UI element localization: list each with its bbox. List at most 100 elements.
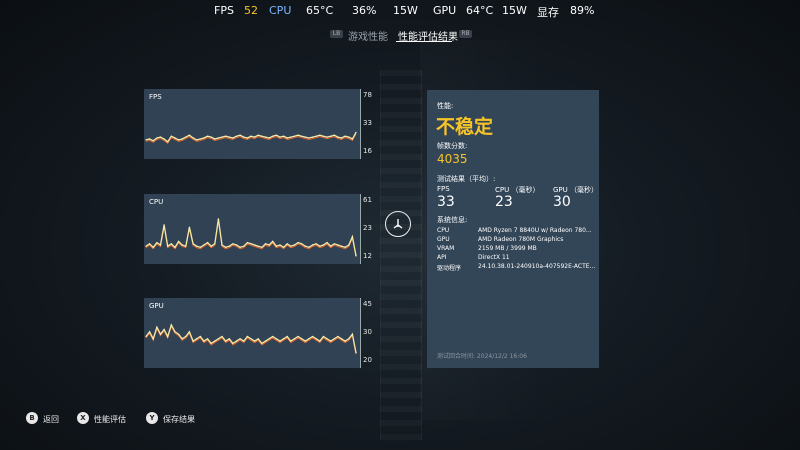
sys-key: 驱动程序 (437, 265, 462, 272)
data-point (355, 131, 357, 133)
data-point (355, 255, 357, 257)
save-results-button[interactable]: 保存结果 (163, 414, 195, 425)
series-line (145, 218, 357, 256)
center-cursor-icon[interactable] (385, 211, 411, 237)
data-point (188, 134, 190, 136)
data-point (239, 246, 241, 248)
data-point (181, 138, 183, 140)
data-point (279, 244, 281, 246)
data-point (149, 331, 151, 333)
data-point (156, 326, 158, 328)
data-point (246, 137, 248, 139)
data-point (246, 242, 248, 244)
data-point (283, 338, 285, 340)
data-point (225, 246, 227, 248)
y-tick-label: 61 (363, 196, 372, 204)
data-point (232, 137, 234, 139)
data-point (297, 242, 299, 244)
data-point (286, 335, 288, 338)
data-point (170, 324, 172, 326)
gpu-temp: 64°C (466, 4, 494, 17)
data-point (217, 338, 219, 340)
data-point (337, 136, 339, 138)
sys-value: 2159 MB / 3999 MB (478, 245, 537, 252)
data-point (319, 245, 321, 247)
cpu-label: CPU (269, 4, 292, 17)
data-point (228, 245, 230, 247)
data-point (170, 243, 172, 245)
data-point (235, 244, 238, 246)
button-hints: B 返回 X 性能评估 Y 保存结果 (0, 412, 800, 430)
test-result-label: 测试结果（平均）: (437, 175, 496, 183)
data-point (246, 335, 248, 338)
data-point (167, 141, 169, 143)
data-point (308, 246, 310, 248)
test-time: 测试回合时间: 2024/12/2 16:06 (437, 353, 527, 360)
data-point (297, 335, 299, 338)
data-point (167, 335, 169, 338)
data-point (207, 242, 209, 244)
data-point (199, 335, 201, 338)
data-point (163, 328, 165, 331)
data-point (355, 352, 357, 354)
data-point (286, 137, 288, 139)
data-point (145, 139, 147, 141)
lb-button-icon[interactable]: LB (330, 30, 343, 38)
data-point (344, 135, 346, 137)
data-point (279, 340, 281, 342)
rb-button-icon[interactable]: RB (459, 30, 472, 38)
fps-value: 52 (244, 4, 258, 17)
data-point (304, 340, 306, 342)
data-point (293, 338, 295, 340)
data-point (214, 340, 216, 342)
data-point (214, 138, 216, 140)
tab-game-performance[interactable]: 游戏性能 (348, 28, 388, 43)
data-point (261, 246, 263, 248)
data-point (228, 338, 230, 340)
data-point (156, 242, 158, 244)
data-point (152, 140, 154, 142)
data-point (203, 340, 205, 342)
data-point (221, 244, 223, 246)
data-point (301, 243, 303, 245)
cpu-usage: 36% (352, 4, 377, 17)
vram-label: 显存 (537, 6, 559, 19)
data-point (293, 244, 295, 246)
data-point (275, 338, 277, 340)
benchmark-button[interactable]: 性能评估 (94, 414, 126, 425)
sys-value: AMD Radeon 780M Graphics (478, 236, 564, 243)
data-point (261, 135, 263, 137)
data-point (214, 243, 216, 245)
metric-value: 23 (495, 194, 513, 210)
data-point (297, 134, 299, 136)
gpu-power: 15W (502, 4, 527, 17)
data-point (250, 338, 252, 340)
x-button-icon[interactable]: X (77, 412, 89, 424)
data-point (156, 137, 158, 139)
back-button[interactable]: 返回 (43, 414, 59, 425)
data-point (250, 243, 252, 245)
y-tick-label: 45 (363, 300, 372, 308)
data-point (243, 340, 245, 342)
data-point (290, 245, 292, 247)
data-point (199, 138, 201, 140)
data-point (257, 338, 259, 340)
data-point (351, 333, 353, 335)
cpu-plot (145, 218, 357, 258)
b-button-icon[interactable]: B (26, 412, 38, 424)
series-shadow-line (145, 325, 357, 355)
data-point (319, 340, 321, 342)
data-point (351, 138, 353, 140)
data-point (210, 342, 212, 344)
data-point (308, 338, 310, 340)
data-point (319, 134, 321, 136)
data-point (174, 246, 176, 248)
data-point (330, 340, 332, 342)
data-point (293, 135, 295, 137)
data-point (159, 333, 162, 335)
cpu-temp: 65°C (306, 4, 334, 17)
data-point (207, 338, 209, 340)
y-button-icon[interactable]: Y (146, 412, 158, 424)
y-tick-label: 12 (363, 252, 372, 260)
data-point (185, 335, 187, 338)
